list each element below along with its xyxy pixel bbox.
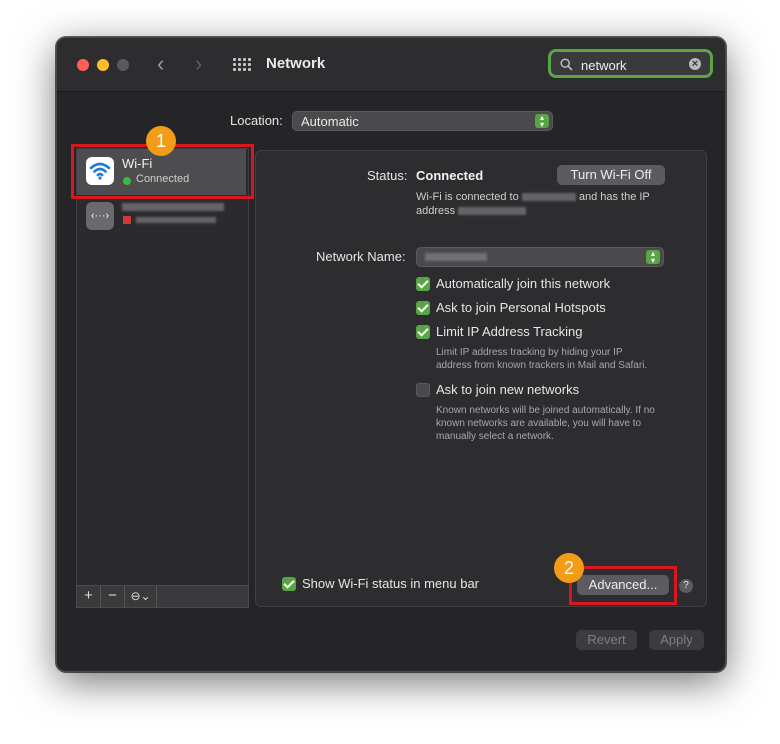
blurred-network-name — [521, 193, 576, 202]
status-desc-text-2: and has the IP — [578, 191, 650, 203]
search-icon — [560, 58, 573, 71]
add-service-button[interactable]: + — [77, 586, 101, 607]
personal-hotspots-checkbox[interactable] — [416, 301, 430, 315]
location-label: Location: — [230, 113, 283, 128]
ask-new-networks-label: Ask to join new networks — [436, 382, 580, 397]
close-window-button[interactable] — [77, 59, 89, 71]
back-icon[interactable]: ‹ — [157, 51, 164, 77]
ethernet-icon: ‹···› — [86, 202, 114, 230]
status-label: Status: — [367, 168, 408, 183]
status-description-line2: address — [416, 205, 527, 217]
blurred-ip-address — [458, 207, 527, 216]
limit-ip-help-line1: Limit IP address tracking by hiding your… — [436, 347, 623, 358]
search-field[interactable]: network × — [548, 49, 713, 78]
system-preferences-window: ‹ › Network network × Location: Automati… — [56, 37, 726, 672]
status-desc-text-1: Wi-Fi is connected to — [416, 191, 519, 203]
limit-ip-tracking-checkbox[interactable] — [416, 325, 430, 339]
remove-service-button[interactable]: − — [101, 586, 125, 607]
network-name-label: Network Name: — [316, 249, 406, 264]
status-value: Connected — [416, 168, 484, 183]
limit-ip-help-line2: address from known trackers in Mail and … — [436, 360, 648, 371]
highlight-box-advanced — [569, 566, 677, 605]
clear-search-icon[interactable]: × — [689, 58, 701, 70]
popup-stepper-icon: ▴ ▾ — [646, 250, 660, 265]
help-button[interactable]: ? — [679, 579, 693, 593]
sidebar-item-other-service[interactable]: ‹···› — [77, 199, 246, 233]
zoom-window-button[interactable] — [117, 59, 129, 71]
wifi-detail-panel — [255, 150, 707, 607]
auto-join-label: Automatically join this network — [436, 276, 611, 291]
popup-stepper-icon: ▴ ▾ — [535, 114, 549, 129]
blurred-service-name — [122, 203, 224, 211]
title-bar: ‹ › Network network × — [57, 38, 725, 92]
show-wifi-status-label: Show Wi-Fi status in menu bar — [302, 576, 480, 591]
action-menu-button[interactable]: ⊖⌄ — [125, 586, 157, 607]
new-networks-help-line2: known networks are available, you will h… — [436, 418, 642, 429]
turn-wifi-off-button[interactable]: Turn Wi-Fi Off — [557, 165, 665, 185]
status-description-line1: Wi-Fi is connected to and has the IP — [416, 191, 650, 203]
network-name-popup[interactable]: ▴ ▾ — [416, 247, 664, 267]
callout-badge-1: 1 — [146, 126, 176, 156]
status-square — [123, 216, 131, 224]
minimize-window-button[interactable] — [97, 59, 109, 71]
limit-ip-tracking-label: Limit IP Address Tracking — [436, 324, 583, 339]
service-list-toolbar: + − ⊖⌄ — [76, 585, 249, 608]
location-value: Automatic — [301, 114, 359, 129]
window-title: Network — [266, 55, 326, 72]
callout-badge-2: 2 — [554, 553, 584, 583]
blurred-service-status — [136, 217, 216, 223]
auto-join-checkbox[interactable] — [416, 277, 430, 291]
revert-button[interactable]: Revert — [576, 630, 637, 650]
show-wifi-status-checkbox[interactable] — [282, 577, 296, 591]
status-desc-text-3: address — [416, 205, 456, 217]
new-networks-help-line3: manually select a network. — [436, 431, 554, 442]
forward-icon[interactable]: › — [195, 51, 202, 77]
new-networks-help-line1: Known networks will be joined automatica… — [436, 405, 655, 416]
apply-button[interactable]: Apply — [649, 630, 704, 650]
ask-new-networks-checkbox[interactable] — [416, 383, 430, 397]
search-input[interactable]: network — [581, 58, 627, 73]
blurred-network-selection — [425, 253, 487, 261]
personal-hotspots-label: Ask to join Personal Hotspots — [436, 300, 606, 315]
location-popup[interactable]: Automatic ▴ ▾ — [292, 111, 553, 131]
show-all-grid-icon[interactable] — [233, 58, 251, 72]
